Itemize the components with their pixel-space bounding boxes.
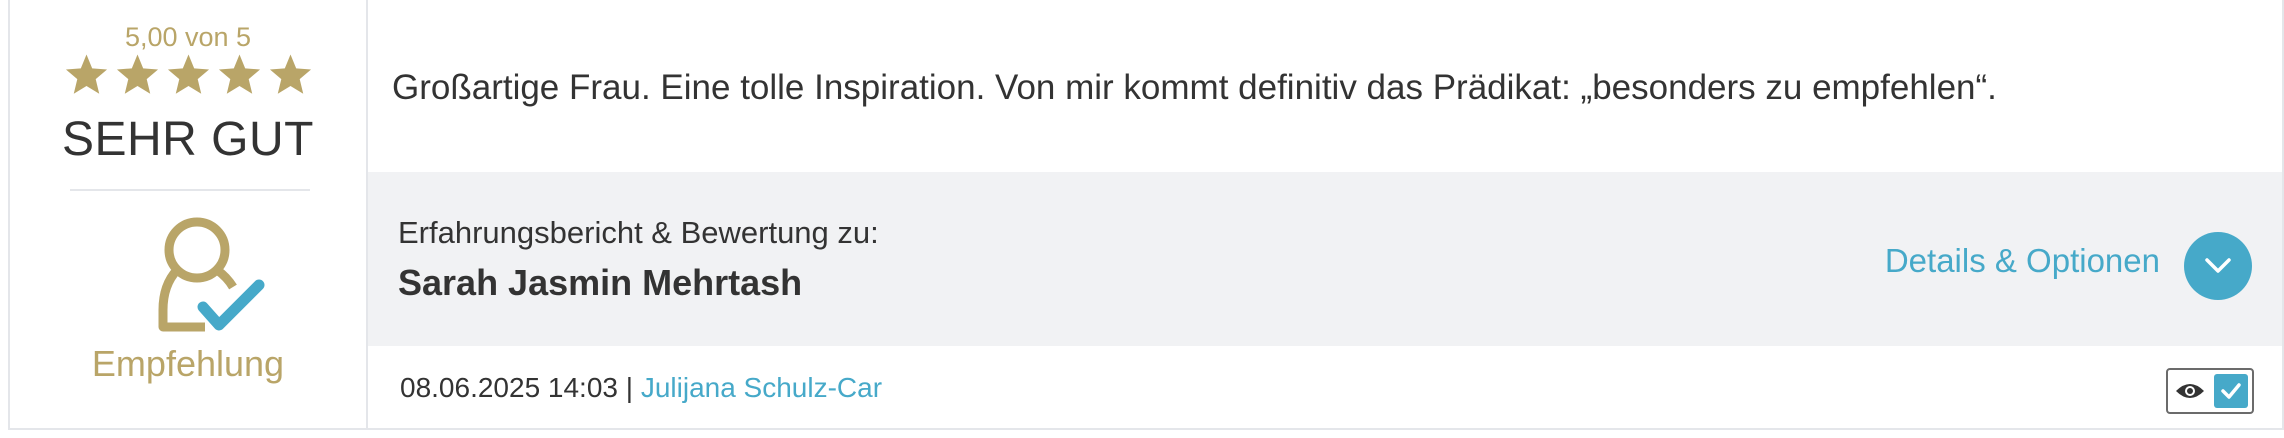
divider bbox=[70, 189, 310, 191]
rating-score: 5,00 von 5 bbox=[124, 22, 252, 52]
visibility-controls bbox=[2166, 368, 2254, 414]
rating-panel: 5,00 von 5 SEHR GUT Empfehlung bbox=[10, 0, 368, 428]
subject-name: Sarah Jasmin Mehrtash bbox=[398, 262, 803, 303]
details-options-link[interactable]: Details & Optionen bbox=[1885, 242, 2160, 280]
subject-label: Erfahrungsbericht & Bewertung zu: bbox=[398, 215, 879, 250]
star-icon bbox=[218, 54, 260, 94]
check-icon bbox=[2221, 383, 2241, 399]
star-icon bbox=[65, 54, 107, 94]
star-icon bbox=[167, 54, 209, 94]
subject-panel: Erfahrungsbericht & Bewertung zu: Sarah … bbox=[368, 172, 2282, 346]
chevron-down-icon bbox=[2205, 258, 2231, 273]
recommendation-label: Empfehlung bbox=[91, 343, 285, 384]
review-text: Großartige Frau. Eine tolle Inspiration.… bbox=[392, 68, 1997, 107]
review-date: 08.06.2025 14:03 bbox=[400, 372, 618, 403]
star-icon bbox=[116, 54, 158, 94]
approve-checkbox[interactable] bbox=[2214, 374, 2248, 408]
meta-separator: | bbox=[617, 372, 641, 403]
details-expand-button[interactable] bbox=[2184, 232, 2252, 300]
star-rating bbox=[10, 50, 366, 106]
eye-icon[interactable] bbox=[2174, 380, 2206, 402]
review-author-link[interactable]: Julijana Schulz-Car bbox=[641, 372, 882, 403]
recommend-user-check-icon bbox=[158, 217, 265, 332]
rating-label: SEHR GUT bbox=[61, 113, 314, 166]
review-card: 5,00 von 5 SEHR GUT Empfehlung Großartig… bbox=[8, 0, 2284, 430]
star-icon bbox=[269, 54, 311, 94]
review-meta: 08.06.2025 14:03 | Julijana Schulz-Car bbox=[400, 372, 882, 404]
